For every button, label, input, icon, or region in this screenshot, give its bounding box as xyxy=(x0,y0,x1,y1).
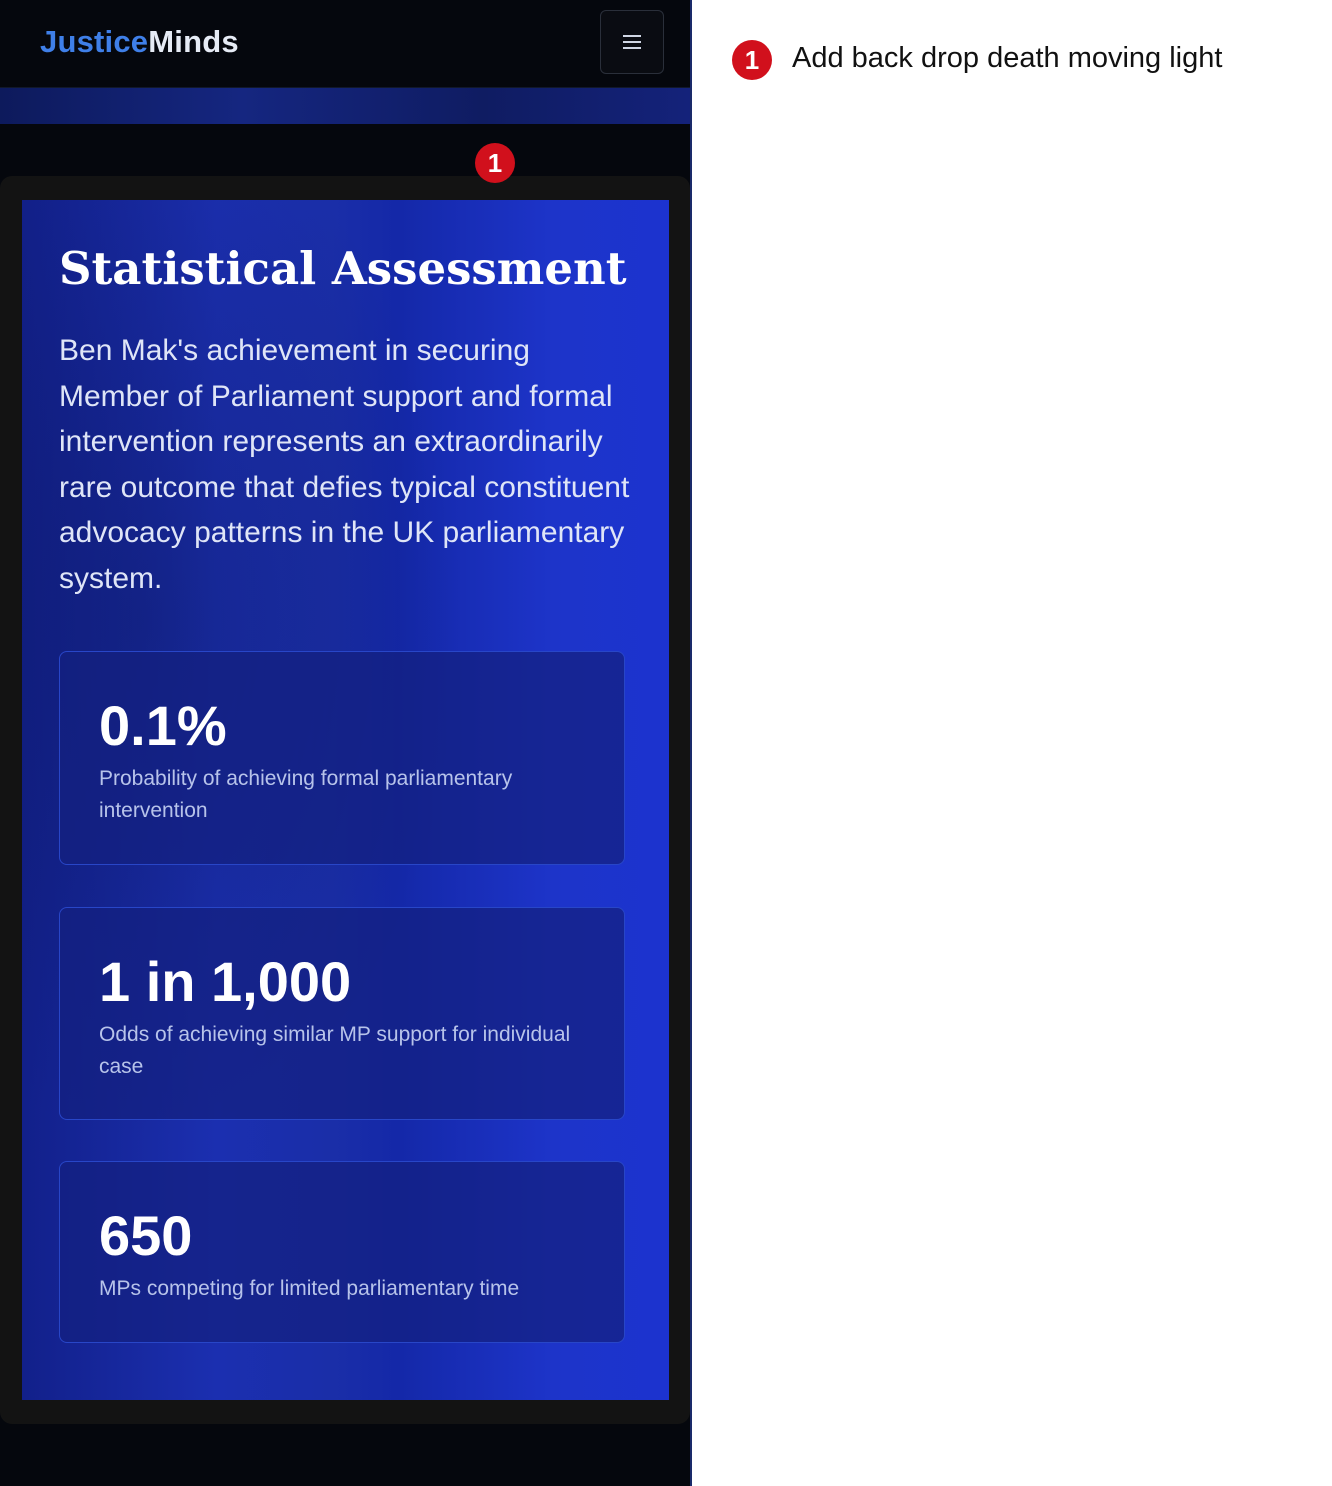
statistical-assessment-card: Statistical Assessment Ben Mak's achieve… xyxy=(22,200,669,1400)
stat-card-odds: 1 in 1,000 Odds of achieving similar MP … xyxy=(59,907,625,1120)
section-title: Statistical Assessment xyxy=(59,242,627,295)
stat-card-probability: 0.1% Probability of achieving formal par… xyxy=(59,651,625,865)
stat-label: MPs competing for limited parliamentary … xyxy=(99,1277,520,1300)
stat-value: 650 xyxy=(99,1204,193,1267)
stat-value: 0.1% xyxy=(99,694,227,757)
annotation-badge-1: 1 xyxy=(732,40,772,80)
annotation-note: Add back drop death moving light xyxy=(792,42,1223,74)
brand-logo[interactable]: JusticeMinds xyxy=(40,24,239,60)
stat-value: 1 in 1,000 xyxy=(99,950,352,1013)
top-navbar: JusticeMinds xyxy=(0,0,690,88)
stat-card-mps: 650 MPs competing for limited parliament… xyxy=(59,1161,625,1343)
logo-text-minds: Minds xyxy=(148,24,239,59)
hero-gradient-strip xyxy=(0,88,690,124)
mobile-preview: JusticeMinds Statistical Assessment Ben … xyxy=(0,0,690,1486)
stat-label: Odds of achieving similar MP support for… xyxy=(99,1023,571,1078)
preview-divider xyxy=(690,0,692,1486)
menu-toggle-button[interactable] xyxy=(600,10,664,74)
logo-text-justice: Justice xyxy=(40,24,149,59)
hamburger-menu-icon xyxy=(622,34,642,50)
annotation-marker-1: 1 xyxy=(475,143,515,183)
section-intro: Ben Mak's achievement in securing Member… xyxy=(59,334,630,595)
stat-label: Probability of achieving formal parliame… xyxy=(99,767,513,822)
